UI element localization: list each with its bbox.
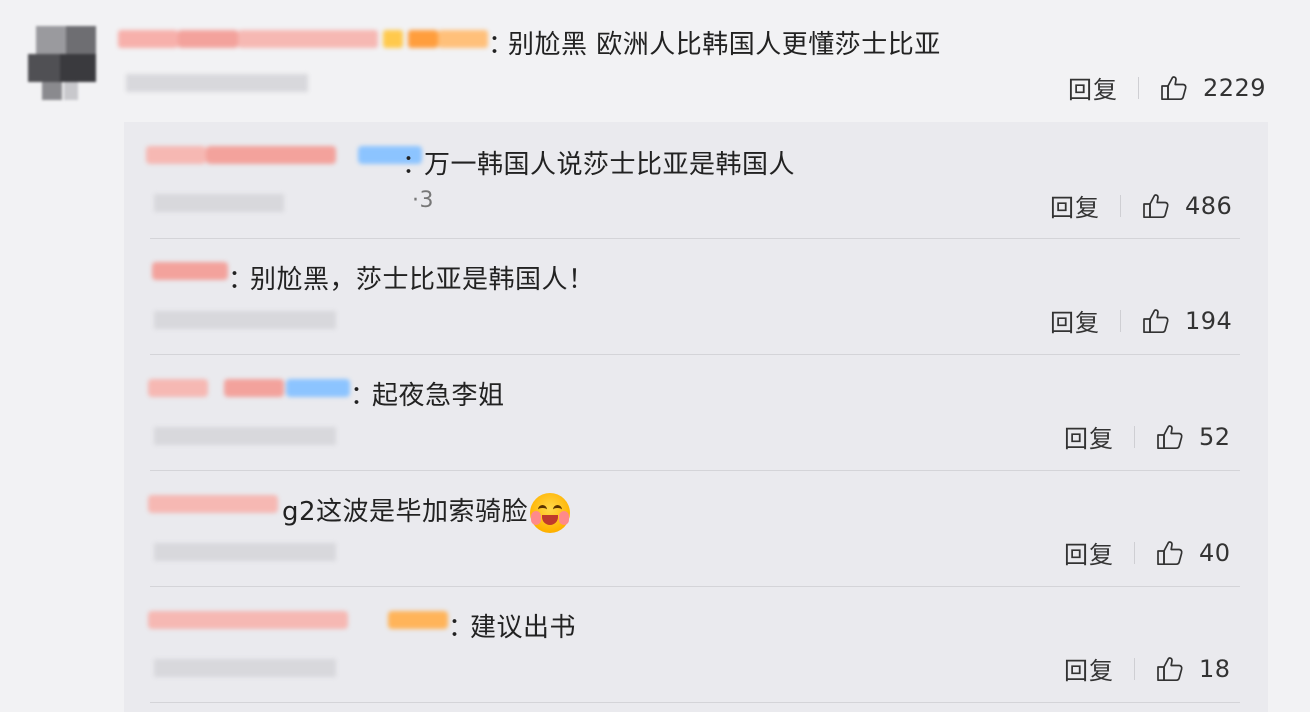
username-redacted[interactable] (146, 140, 422, 168)
divider (1120, 194, 1121, 217)
reply-button[interactable]: 回复 (1050, 188, 1100, 223)
reply-item: g2这波是毕加索骑脸 回复 40 (124, 471, 1268, 586)
reply-text-content: g2这波是毕加索骑脸 (282, 497, 529, 527)
divider (1134, 541, 1135, 564)
divider (1120, 309, 1121, 332)
timestamp-redacted (154, 192, 334, 214)
reply-item: ： 别尬黑，莎士比亚是韩国人！ 回复 194 (124, 239, 1268, 354)
divider (150, 702, 1240, 703)
thumbs-up-icon[interactable] (1159, 73, 1189, 103)
username-redacted[interactable] (152, 256, 228, 284)
like-count: 18 (1199, 654, 1231, 683)
like-count: 40 (1199, 538, 1231, 567)
hugging-face-emoji-icon (530, 492, 571, 533)
reply-item: ： 建议出书 回复 18 (124, 587, 1268, 702)
reply-text: 万一韩国人说莎士比亚是韩国人 (424, 150, 796, 180)
reply-button[interactable]: 回复 (1064, 419, 1114, 454)
thumbs-up-icon[interactable] (1141, 191, 1171, 221)
reply-text: g2这波是毕加索骑脸 (282, 491, 571, 533)
timestamp-redacted (154, 425, 336, 447)
thumbs-up-icon[interactable] (1155, 538, 1185, 568)
timestamp-redacted (126, 72, 308, 94)
reply-actions: 回复 40 (1064, 535, 1231, 570)
reply-item: ： 万一韩国人说莎士比亚是韩国人 ·3 回复 486 (124, 122, 1268, 238)
divider (1138, 76, 1139, 99)
replies-panel: ： 万一韩国人说莎士比亚是韩国人 ·3 回复 486 ： 别尬黑，莎士比亚是韩国… (124, 122, 1268, 712)
username-redacted[interactable] (148, 605, 448, 633)
reply-actions: 回复 18 (1064, 651, 1231, 686)
reply-text: 别尬黑，莎士比亚是韩国人！ (250, 265, 595, 295)
username-redacted[interactable] (148, 489, 278, 517)
thumbs-up-icon[interactable] (1141, 306, 1171, 336)
timestamp-redacted (154, 309, 336, 331)
reply-actions: 回复 52 (1064, 419, 1231, 454)
reply-button[interactable]: 回复 (1064, 651, 1114, 686)
timestamp-redacted (154, 657, 336, 679)
comment-text: 别尬黑 欧洲人比韩国人更懂莎士比亚 (508, 30, 941, 60)
reply-actions: 回复 194 (1050, 303, 1232, 338)
username-redacted[interactable] (148, 373, 350, 401)
reply-button[interactable]: 回复 (1050, 303, 1100, 338)
timestamp-redacted (154, 541, 336, 563)
reply-text: 起夜急李姐 (372, 381, 505, 411)
reply-actions: 回复 486 (1050, 188, 1232, 223)
thumbs-up-icon[interactable] (1155, 422, 1185, 452)
like-count: 194 (1185, 306, 1233, 335)
timestamp-fragment: ·3 (412, 188, 434, 213)
like-count: 52 (1199, 422, 1231, 451)
divider (1134, 657, 1135, 680)
comment-actions: 回复 2229 (1068, 70, 1266, 105)
divider (1134, 425, 1135, 448)
reply-item: ： 起夜急李姐 回复 52 (124, 355, 1268, 470)
reply-button[interactable]: 回复 (1068, 70, 1118, 105)
reply-text: 建议出书 (470, 613, 577, 643)
username-redacted[interactable] (118, 22, 488, 56)
like-count: 2229 (1203, 73, 1267, 102)
reply-button[interactable]: 回复 (1064, 535, 1114, 570)
thumbs-up-icon[interactable] (1155, 654, 1185, 684)
avatar[interactable] (28, 26, 104, 102)
like-count: 486 (1185, 191, 1233, 220)
